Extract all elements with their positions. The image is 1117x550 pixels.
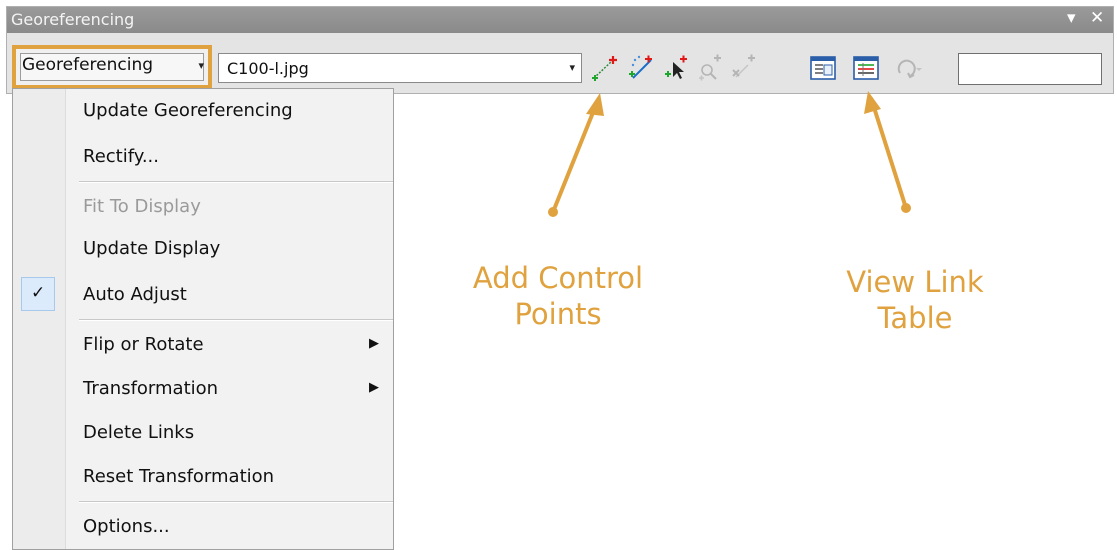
annotation-line: Table [877, 301, 953, 335]
view-link-table-annotation: View Link Table [810, 264, 1020, 336]
annotation-line: View Link [846, 265, 984, 299]
view-link-table-arrow [864, 91, 911, 213]
add-control-points-arrow [548, 93, 604, 217]
annotation-line: Add Control [472, 261, 644, 295]
add-control-points-annotation: Add Control Points [448, 260, 668, 332]
annotation-line: Points [514, 297, 602, 331]
